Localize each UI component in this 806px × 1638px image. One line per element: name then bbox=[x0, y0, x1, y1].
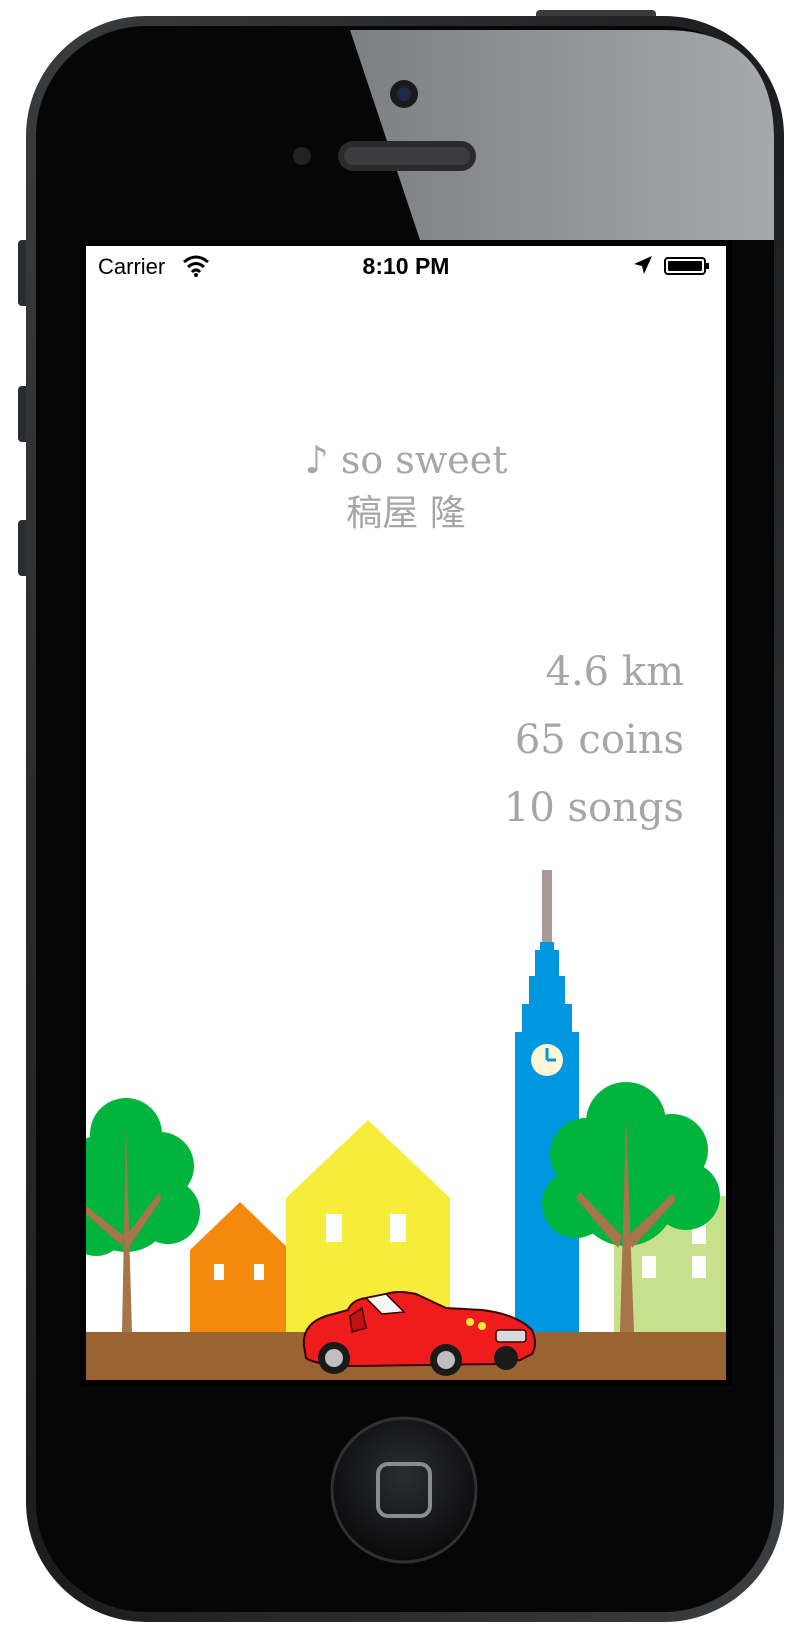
artist-name: 稿屋 隆 bbox=[346, 493, 466, 534]
battery-icon bbox=[664, 257, 709, 275]
house-orange bbox=[190, 1202, 290, 1332]
tree-left bbox=[86, 1098, 200, 1332]
song-title: so sweet bbox=[340, 438, 508, 482]
clock-tower bbox=[515, 870, 579, 1332]
app-screen: Carrier 8:10 PM ♪ so sweet 稿屋 隆 4.6 km 6… bbox=[86, 246, 726, 1380]
status-bar: Carrier 8:10 PM bbox=[86, 246, 726, 290]
clock-icon bbox=[531, 1044, 563, 1076]
status-time: 8:10 PM bbox=[362, 253, 450, 279]
coins-stat: 65 coins bbox=[514, 717, 684, 763]
location-arrow-icon bbox=[634, 256, 652, 274]
now-playing-title: ♪ so sweet bbox=[86, 431, 726, 489]
distance-stat: 4.6 km bbox=[545, 649, 685, 695]
music-note-icon: ♪ bbox=[304, 438, 329, 482]
songs-stat: 10 songs bbox=[503, 785, 684, 831]
